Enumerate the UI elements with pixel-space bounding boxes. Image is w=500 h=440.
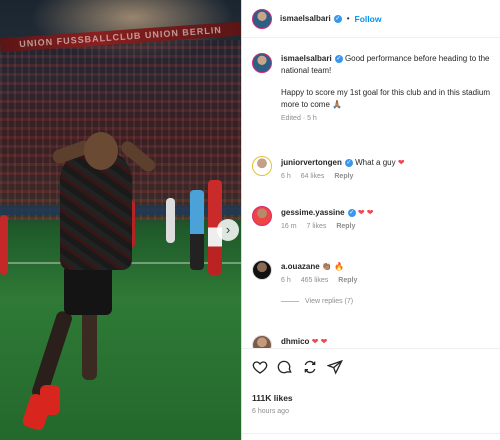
comment-username[interactable]: dhmico	[281, 337, 309, 346]
player-leg	[82, 310, 97, 380]
avatar[interactable]	[252, 206, 272, 226]
background-player	[0, 215, 8, 275]
avatar[interactable]	[252, 53, 272, 73]
comment-meta: 6 h 465 likes Reply	[281, 277, 492, 284]
verified-badge-icon: ✓	[334, 54, 343, 63]
comment-time: 6 h	[281, 277, 291, 284]
comment-likes[interactable]: 7 likes	[307, 223, 327, 230]
action-icons	[252, 359, 343, 375]
next-photo-arrow-icon[interactable]: ›	[217, 219, 239, 241]
comment-text: What a guy	[355, 158, 396, 167]
post-time: 6 hours ago	[252, 408, 289, 415]
comment-likes[interactable]: 64 likes	[301, 173, 325, 180]
comment-line: a.ouazane 👏🏽 🔥	[281, 260, 492, 273]
comment-meta: 16 m 7 likes Reply	[281, 223, 492, 230]
follow-button[interactable]: Follow	[355, 14, 382, 24]
avatar[interactable]	[252, 156, 272, 176]
comment-item: dhmico ❤ ❤	[252, 335, 492, 348]
send-icon[interactable]	[327, 359, 343, 375]
post-header: ismaelsalbari ✓ • Follow	[242, 0, 500, 38]
verified-badge-icon: ✓	[344, 158, 353, 167]
comment-meta: 6 h 64 likes Reply	[281, 173, 492, 180]
heart-emoji: ❤ ❤	[311, 337, 328, 346]
comment-line: gessime.yassine ✓ ❤ ❤	[281, 206, 492, 219]
comment-icon[interactable]	[277, 359, 293, 375]
avatar[interactable]	[252, 335, 272, 348]
view-replies-button[interactable]: View replies (7)	[281, 298, 492, 305]
comment-item: gessime.yassine ✓ ❤ ❤ 16 m 7 likes Reply	[252, 206, 492, 230]
likes-count[interactable]: 111K likes	[252, 393, 293, 403]
comment-item: juniorvertongen ✓ What a guy ❤ 6 h 64 lik…	[252, 156, 492, 180]
caption-edited: Edited · 5 h	[281, 115, 317, 122]
caption-line: ismaelsalbari ✓ Good performance before h…	[281, 53, 492, 77]
avatar[interactable]	[252, 8, 272, 29]
share-icon[interactable]	[302, 359, 318, 375]
verified-badge-icon: ✓	[347, 208, 356, 217]
background-referee	[190, 190, 204, 270]
clap-fire-emoji: 👏🏽 🔥	[321, 262, 345, 271]
reply-button[interactable]: Reply	[336, 223, 355, 230]
post-photo[interactable]: UNION FUSSBALLCLUB UNION BERLIN ›	[0, 0, 241, 440]
separator-dot: •	[346, 14, 350, 23]
instagram-post-view: UNION FUSSBALLCLUB UNION BERLIN › ismael…	[0, 0, 500, 440]
avatar[interactable]	[252, 260, 272, 280]
post-side-panel: ismaelsalbari ✓ • Follow ismaelsalbari ✓ …	[241, 0, 500, 440]
header-username[interactable]: ismaelsalbari	[280, 14, 331, 23]
comment-line: dhmico ❤ ❤	[281, 335, 492, 348]
comment-time: 6 h	[281, 173, 291, 180]
post-actions: 111K likes 6 hours ago	[242, 348, 500, 440]
comment-likes[interactable]: 465 likes	[301, 277, 329, 284]
comments-list[interactable]: ismaelsalbari ✓ Good performance before h…	[242, 38, 500, 348]
player-head	[84, 132, 118, 170]
verified-badge-icon: ✓	[333, 14, 342, 23]
heart-emoji: ❤ ❤	[357, 208, 374, 217]
comment-line: juniorvertongen ✓ What a guy ❤	[281, 156, 492, 169]
caption-username[interactable]: ismaelsalbari	[281, 54, 332, 63]
caption-text-2: Happy to score my 1st goal for this club…	[281, 88, 490, 109]
post-caption: ismaelsalbari ✓ Good performance before h…	[252, 53, 492, 122]
heart-icon[interactable]	[252, 359, 268, 375]
reply-button[interactable]: Reply	[338, 277, 357, 284]
heart-emoji: ❤	[397, 158, 405, 167]
add-comment-row[interactable]	[242, 433, 500, 440]
player-boot	[40, 385, 60, 415]
background-player	[166, 198, 175, 243]
reply-button[interactable]: Reply	[334, 173, 353, 180]
player-shorts	[64, 265, 112, 315]
comment-username[interactable]: gessime.yassine	[281, 208, 345, 217]
comment-username[interactable]: juniorvertongen	[281, 158, 342, 167]
comment-time: 16 m	[281, 223, 297, 230]
comment-username[interactable]: a.ouazane	[281, 262, 320, 271]
comment-item: a.ouazane 👏🏽 🔥 6 h 465 likes Reply View …	[252, 260, 492, 305]
